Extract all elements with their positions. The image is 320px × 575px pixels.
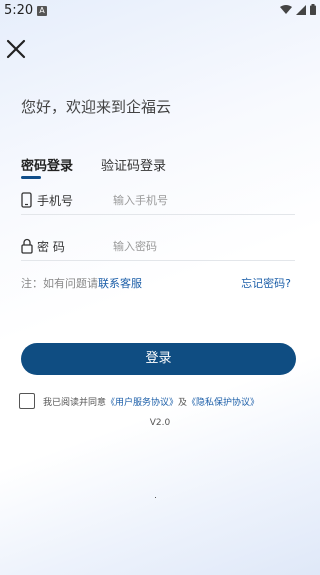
password-input[interactable] bbox=[113, 236, 283, 256]
notification-badge: A bbox=[37, 6, 47, 16]
help-note: 注：如有问题请联系客服 bbox=[21, 275, 142, 291]
agreement-row: 我已阅读并同意《用户服务协议》及《隐私保护协议》 bbox=[19, 393, 259, 409]
password-label: 密 码 bbox=[37, 240, 65, 254]
status-time: 5:20 bbox=[4, 3, 34, 18]
status-bar: 5:20 A bbox=[0, 0, 320, 24]
close-icon bbox=[6, 39, 26, 59]
contact-service-link[interactable]: 联系客服 bbox=[98, 277, 142, 290]
lock-icon bbox=[21, 238, 33, 254]
battery-icon bbox=[310, 4, 316, 15]
privacy-policy-link[interactable]: 《隐私保护协议》 bbox=[187, 398, 259, 408]
user-agreement-link[interactable]: 《用户服务协议》 bbox=[106, 398, 178, 408]
tab-code-login[interactable]: 验证码登录 bbox=[101, 155, 166, 174]
agreement-text: 我已阅读并同意《用户服务协议》及《隐私保护协议》 bbox=[43, 395, 259, 408]
phone-icon bbox=[21, 192, 32, 208]
phone-field: 手机号 bbox=[21, 188, 295, 215]
status-icons bbox=[280, 4, 316, 15]
version-label: V2.0 bbox=[149, 418, 171, 428]
tab-password-login[interactable]: 密码登录 bbox=[21, 155, 73, 179]
help-note-text: 注：如有问题请 bbox=[21, 277, 98, 290]
password-field: 密 码 bbox=[21, 234, 295, 261]
agreement-checkbox[interactable] bbox=[19, 393, 35, 409]
signal-icon bbox=[296, 4, 306, 15]
wifi-icon bbox=[280, 4, 292, 14]
forgot-password-link[interactable]: 忘记密码? bbox=[241, 275, 291, 291]
login-button[interactable]: 登录 bbox=[21, 343, 296, 375]
close-button[interactable] bbox=[5, 38, 27, 60]
welcome-title: 您好，欢迎来到企福云 bbox=[21, 98, 172, 116]
agreement-prefix: 我已阅读并同意 bbox=[43, 397, 107, 408]
phone-label: 手机号 bbox=[37, 194, 74, 208]
phone-input[interactable] bbox=[113, 190, 283, 210]
login-tabs: 密码登录 验证码登录 bbox=[21, 155, 166, 179]
agreement-and: 及 bbox=[178, 397, 188, 408]
decorative-dot bbox=[155, 497, 156, 498]
